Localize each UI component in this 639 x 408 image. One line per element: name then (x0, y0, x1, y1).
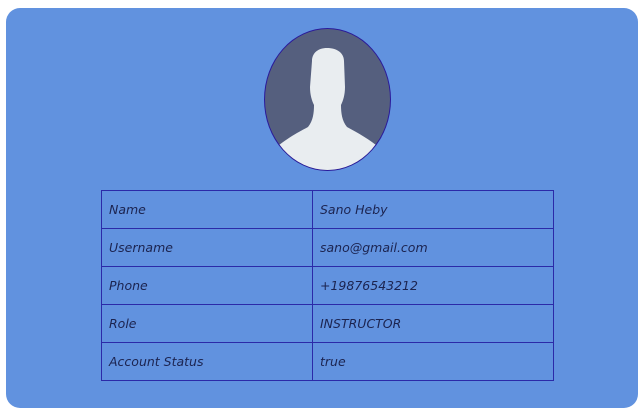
account-status-value: true (312, 342, 554, 381)
username-label: Username (101, 228, 313, 267)
role-label: Role (101, 304, 313, 343)
avatar (264, 28, 391, 171)
user-silhouette-icon (265, 48, 390, 170)
role-value: INSTRUCTOR (312, 304, 554, 343)
profile-card: Name Sano Heby Username sano@gmail.com P… (6, 8, 638, 408)
name-label: Name (101, 190, 313, 229)
account-status-label: Account Status (101, 342, 313, 381)
phone-label: Phone (101, 266, 313, 305)
username-value: sano@gmail.com (312, 228, 554, 267)
table-row: Phone +19876543212 (101, 266, 554, 305)
table-row: Account Status true (101, 342, 554, 381)
name-value: Sano Heby (312, 190, 554, 229)
table-row: Username sano@gmail.com (101, 228, 554, 267)
phone-value: +19876543212 (312, 266, 554, 305)
table-row: Name Sano Heby (101, 190, 554, 229)
table-row: Role INSTRUCTOR (101, 304, 554, 343)
profile-details-table: Name Sano Heby Username sano@gmail.com P… (101, 190, 554, 381)
